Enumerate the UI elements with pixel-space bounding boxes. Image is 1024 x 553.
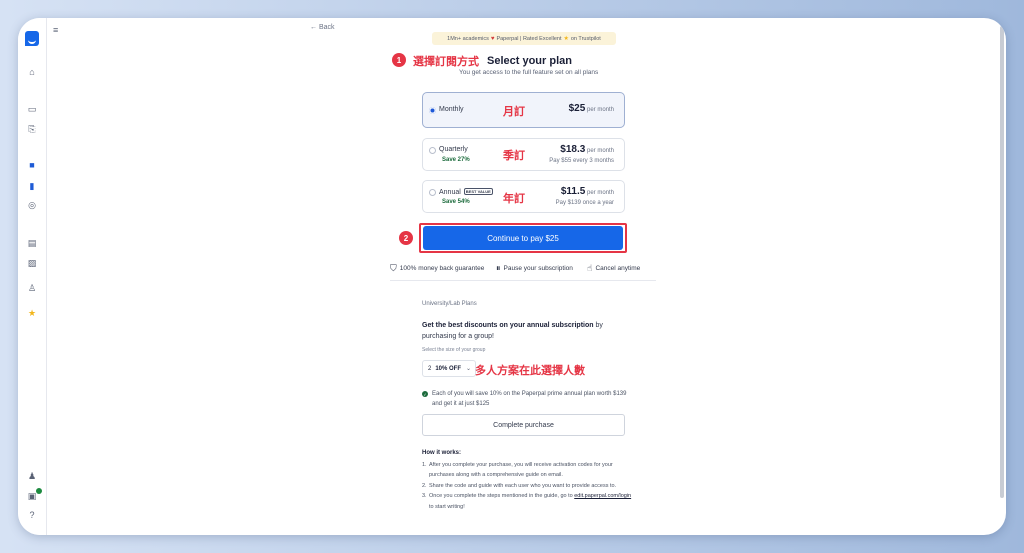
google-docs-icon[interactable]: ▮ bbox=[26, 180, 38, 192]
list-item: 2. Share the code and guide with each use… bbox=[422, 482, 617, 489]
quarterly-annotation: 季訂 bbox=[503, 150, 525, 162]
feature-label: Cancel anytime bbox=[595, 265, 641, 272]
price-value: $25 bbox=[568, 103, 586, 114]
plan-billing: Pay $139 once a year bbox=[555, 200, 614, 206]
plan-name: Annual bbox=[439, 189, 461, 196]
chevron-down-icon: ⌄ bbox=[465, 366, 471, 372]
document-search-icon[interactable]: ⎘ bbox=[26, 123, 38, 135]
step-2-badge: 2 bbox=[399, 231, 413, 245]
group-savings-text: Each of you will save 10% on the Paperpa… bbox=[432, 391, 627, 407]
best-value-badge: BEST VALUE bbox=[463, 188, 493, 195]
plan-price: $11.5 per month bbox=[561, 186, 614, 197]
price-unit: per month bbox=[586, 148, 614, 154]
step-1-annotation: 選擇訂閱方式 bbox=[413, 56, 479, 68]
check-circle-icon: ✓ bbox=[422, 391, 428, 397]
feature-cancel: ☝ Cancel anytime bbox=[587, 263, 640, 274]
feature-label: 100% money back guarantee bbox=[399, 265, 485, 272]
app-window: ⌂ ▭ ⎘ ■ ▮ ◎ ▤ ▨ ♙ ★ ♟ ▣ ? ≡ ← Back 1Mn+ … bbox=[18, 18, 1006, 535]
plan-save: Save 54% bbox=[442, 199, 470, 205]
step-text-suffix: to start writing! bbox=[429, 503, 465, 510]
plan-price: $18.3 per month bbox=[560, 144, 614, 155]
chat-icon[interactable]: ▭ bbox=[26, 103, 38, 115]
step-text: Share the code and guide with each user … bbox=[429, 482, 617, 489]
collapse-sidebar-icon[interactable]: ≡ bbox=[53, 25, 58, 35]
trust-banner: 1Mn+ academics ♥ Paperpal | Rated Excell… bbox=[432, 32, 616, 45]
page-title: Select your plan bbox=[487, 55, 572, 67]
feature-guarantee: ⛉ 100% money back guarantee bbox=[390, 263, 484, 274]
price-unit: per month bbox=[586, 107, 614, 113]
how-it-works-steps: 1. After you complete your purchase, you … bbox=[422, 460, 632, 512]
group-size-label: Select the size of your group bbox=[422, 347, 486, 353]
heart-icon: ♥ bbox=[490, 35, 495, 42]
pause-icon: ⏸ bbox=[496, 263, 501, 273]
step-1-badge: 1 bbox=[392, 53, 406, 67]
group-discount: 10% OFF bbox=[435, 365, 462, 372]
list-item: 1. After you complete your purchase, you … bbox=[422, 462, 613, 479]
plan-name: Monthly bbox=[439, 106, 464, 113]
section-divider bbox=[390, 280, 656, 281]
complete-purchase-button[interactable]: Complete purchase bbox=[422, 414, 625, 436]
team-icon[interactable]: ♙ bbox=[26, 282, 38, 294]
continue-to-pay-button[interactable]: Continue to pay $25 bbox=[423, 226, 623, 250]
group-headline-bold: Get the best discounts on your annual su… bbox=[422, 322, 594, 329]
thumbs-up-icon: ☝ bbox=[587, 263, 593, 273]
page-subtitle: You get access to the full feature set o… bbox=[459, 69, 599, 76]
radio-annual[interactable] bbox=[429, 189, 436, 196]
home-icon[interactable]: ⌂ bbox=[26, 66, 38, 78]
notification-dot bbox=[36, 488, 42, 494]
step-text: Once you complete the steps mentioned in… bbox=[429, 493, 573, 500]
banner-middle: Paperpal | Rated Excellent bbox=[496, 35, 562, 42]
how-it-works-title: How it works: bbox=[422, 450, 462, 456]
premium-star-icon[interactable]: ★ bbox=[26, 307, 38, 319]
group-headline: Get the best discounts on your annual su… bbox=[422, 320, 632, 342]
group-annotation: 多人方案在此選擇人數 bbox=[475, 365, 585, 377]
help-icon[interactable]: ? bbox=[26, 509, 38, 521]
group-size-select[interactable]: 2 10% OFF ⌄ bbox=[422, 360, 476, 377]
radio-monthly[interactable] bbox=[429, 107, 436, 114]
word-addin-icon[interactable]: ■ bbox=[26, 159, 38, 171]
plan-name: Quarterly bbox=[439, 146, 468, 153]
file-check-icon[interactable]: ▤ bbox=[26, 237, 38, 249]
radio-quarterly[interactable] bbox=[429, 147, 436, 154]
plan-price: $25 per month bbox=[569, 103, 614, 114]
price-value: $18.3 bbox=[560, 144, 586, 155]
paperpal-logo[interactable] bbox=[25, 31, 39, 46]
plan-billing: Pay $55 every 3 months bbox=[549, 158, 614, 164]
feature-pause: ⏸ Pause your subscription bbox=[496, 263, 573, 274]
group-section-label: University/Lab Plans bbox=[422, 301, 477, 307]
shield-check-icon: ⛉ bbox=[390, 263, 397, 273]
feature-label: Pause your subscription bbox=[503, 265, 573, 272]
banner-suffix: on Trustpilot bbox=[570, 35, 601, 42]
scrollbar[interactable] bbox=[1000, 26, 1004, 498]
monthly-annotation: 月訂 bbox=[503, 106, 525, 118]
annual-annotation: 年訂 bbox=[503, 193, 525, 205]
plan-save: Save 27% bbox=[442, 157, 470, 163]
back-link[interactable]: ← Back bbox=[310, 24, 335, 31]
chrome-extension-icon[interactable]: ◎ bbox=[26, 199, 38, 211]
plan-name-row: Annual BEST VALUE bbox=[439, 188, 493, 196]
banner-prefix: 1Mn+ academics bbox=[447, 35, 489, 42]
list-item: 3. Once you complete the steps mentioned … bbox=[422, 493, 632, 510]
group-size-value: 2 bbox=[428, 365, 432, 372]
sidebar: ⌂ ▭ ⎘ ■ ▮ ◎ ▤ ▨ ♙ ★ ♟ ▣ ? bbox=[18, 18, 47, 535]
file-chart-icon[interactable]: ▨ bbox=[26, 257, 38, 269]
price-unit: per month bbox=[586, 190, 614, 196]
price-value: $11.5 bbox=[560, 186, 586, 197]
star-icon: ★ bbox=[563, 36, 569, 42]
user-icon[interactable]: ♟ bbox=[26, 470, 38, 482]
step-text: After you complete your purchase, you wi… bbox=[429, 462, 613, 479]
login-link[interactable]: edit.paperpal.com/login bbox=[574, 493, 631, 499]
